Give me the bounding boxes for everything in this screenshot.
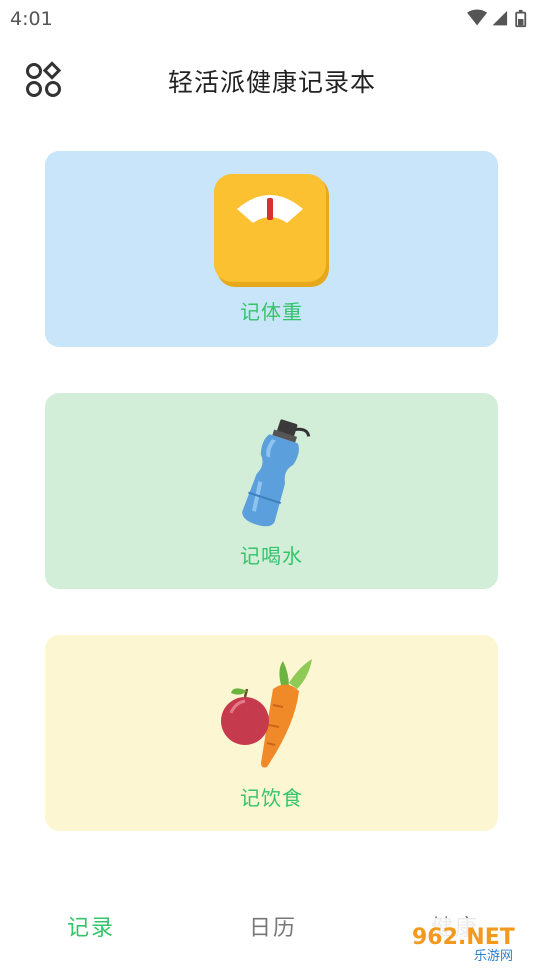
signal-icon bbox=[492, 10, 508, 26]
app-bar: 轻活派健康记录本 bbox=[0, 50, 544, 108]
page-title: 轻活派健康记录本 bbox=[167, 68, 376, 97]
tab-record[interactable]: 记录 bbox=[67, 910, 115, 942]
card-label: 记饮食 bbox=[240, 786, 303, 810]
status-bar: 4:01 bbox=[0, 0, 544, 38]
card-record-water[interactable]: 记喝水 bbox=[45, 393, 498, 589]
apple-carrot-icon bbox=[220, 659, 312, 768]
scale-icon bbox=[213, 174, 329, 287]
battery-icon bbox=[515, 9, 527, 28]
card-label: 记体重 bbox=[240, 300, 303, 324]
card-record-food[interactable]: 记饮食 bbox=[45, 635, 498, 831]
status-icons bbox=[467, 9, 527, 28]
tab-calendar[interactable]: 日历 bbox=[249, 910, 297, 942]
card-record-weight[interactable]: 记体重 bbox=[45, 151, 498, 347]
water-bottle-icon bbox=[241, 419, 310, 527]
status-time: 4:01 bbox=[10, 8, 53, 30]
watermark-logo: 962.NET 乐游网 bbox=[404, 918, 544, 964]
wifi-icon bbox=[467, 9, 488, 26]
card-label: 记喝水 bbox=[240, 544, 303, 568]
svg-text:962.NET: 962.NET bbox=[412, 925, 515, 950]
svg-text:乐游网: 乐游网 bbox=[474, 949, 513, 964]
